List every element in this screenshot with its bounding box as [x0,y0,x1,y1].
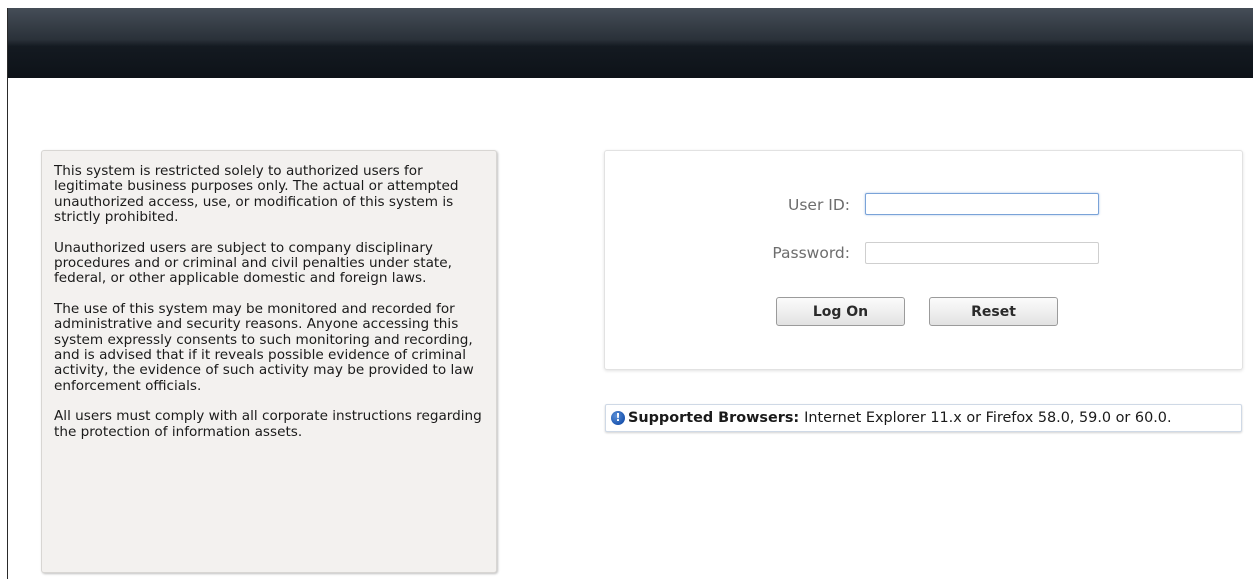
password-input[interactable] [865,242,1099,264]
notice-paragraph: All users must comply with all corporate… [54,408,482,440]
password-label: Password: [772,244,850,262]
log-on-button[interactable]: Log On [776,297,905,326]
notice-paragraph: The use of this system may be monitored … [54,300,474,394]
supported-browsers-heading: Supported Browsers: [628,410,800,426]
user-id-label: User ID: [788,196,850,214]
reset-button[interactable]: Reset [929,297,1058,326]
window-top-margin [0,0,1253,8]
login-form: User ID: Password: Log On Reset [604,150,1243,370]
supported-browsers-notice: ! Supported Browsers: Internet Explorer … [605,404,1242,432]
notice-paragraph: Unauthorized users are subject to compan… [54,239,452,287]
info-icon: ! [611,411,625,425]
header-bar [8,8,1253,78]
legal-notice-panel: This system is restricted solely to auth… [41,150,497,573]
user-id-input[interactable] [865,193,1099,215]
notice-paragraph: This system is restricted solely to auth… [54,163,459,226]
supported-browsers-text: Internet Explorer 11.x or Firefox 58.0, … [804,410,1172,426]
window-left-border [0,8,8,579]
